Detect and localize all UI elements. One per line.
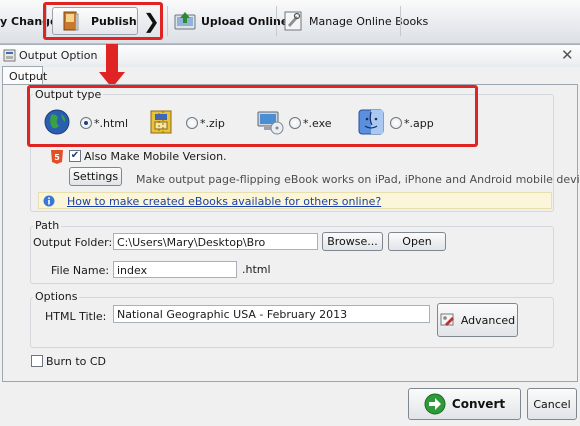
path-legend: Path [33,219,62,232]
manage-books-icon[interactable] [284,11,302,31]
publish-label: Publish [91,15,137,28]
toolbar-separator [400,6,401,36]
close-icon[interactable]: ✕ [561,46,574,64]
file-name-label: File Name: [51,264,110,277]
burn-to-cd-label[interactable]: Burn to CD [46,355,106,368]
top-toolbar: y Change Publish ❯ Upload Online Manage … [0,0,580,44]
mac-finder-icon [358,109,384,135]
burn-to-cd-checkbox[interactable] [31,355,43,367]
toolbar-partial-label[interactable]: y Change [0,15,58,28]
advanced-settings-icon [440,313,454,326]
file-name-input[interactable]: index [113,261,237,278]
radio-zip[interactable] [186,117,198,129]
convert-button[interactable]: Convert [408,388,521,420]
mobile-version-checkbox[interactable]: ✔ [69,150,81,162]
cancel-button[interactable]: Cancel [527,388,577,420]
dialog-app-icon [3,49,16,62]
dialog-title: Output Option [19,49,98,62]
radio-app-label[interactable]: *.app [404,117,434,130]
settings-hint-text: Make output page-flipping eBook works on… [136,173,580,186]
online-ebooks-help-link[interactable]: How to make created eBooks available for… [67,195,381,208]
radio-exe-label[interactable]: *.exe [303,117,332,130]
publish-book-icon [63,11,79,31]
computer-disc-icon [257,111,284,135]
output-type-legend: Output type [33,88,104,101]
settings-button[interactable]: Settings [69,167,122,186]
advanced-button[interactable]: Advanced [437,303,518,337]
manage-online-books-label[interactable]: Manage Online Books [309,15,428,28]
html-title-input[interactable]: National Geographic USA - February 2013 [113,305,430,323]
mobile-version-label[interactable]: Also Make Mobile Version. [84,150,227,163]
html5-badge-icon: 5 [51,150,63,164]
tab-output[interactable]: Output [2,66,47,85]
upload-online-icon[interactable] [174,11,196,31]
html-title-label: HTML Title: [45,310,107,323]
toolbar-separator [276,6,277,36]
zip-archive-icon [150,110,172,134]
globe-icon [44,109,70,135]
info-icon [43,195,55,207]
options-legend: Options [33,290,80,303]
radio-html[interactable] [80,117,92,129]
convert-label: Convert [451,397,506,411]
open-button[interactable]: Open [388,232,446,251]
radio-app[interactable] [390,117,402,129]
toolbar-separator [167,6,168,36]
convert-arrow-icon [424,393,446,415]
advanced-label: Advanced [460,313,516,327]
chevron-right-icon[interactable]: ❯ [143,9,160,33]
output-folder-label: Output Folder: [33,236,113,249]
file-extension-label: .html [242,263,271,276]
info-bar: How to make created eBooks available for… [38,192,552,209]
output-folder-input[interactable]: C:\Users\Mary\Desktop\Bro [113,233,318,250]
radio-html-label[interactable]: *.html [94,117,128,130]
radio-exe[interactable] [289,117,301,129]
browse-button[interactable]: Browse... [322,232,383,251]
annotation-arrow-shaft [106,44,118,74]
html5-badge-text: 5 [54,153,60,162]
radio-zip-label[interactable]: *.zip [200,117,225,130]
publish-button[interactable]: Publish [52,7,138,35]
toolbar-separator [46,6,47,36]
dialog-titlebar: Output Option ✕ [0,45,580,67]
